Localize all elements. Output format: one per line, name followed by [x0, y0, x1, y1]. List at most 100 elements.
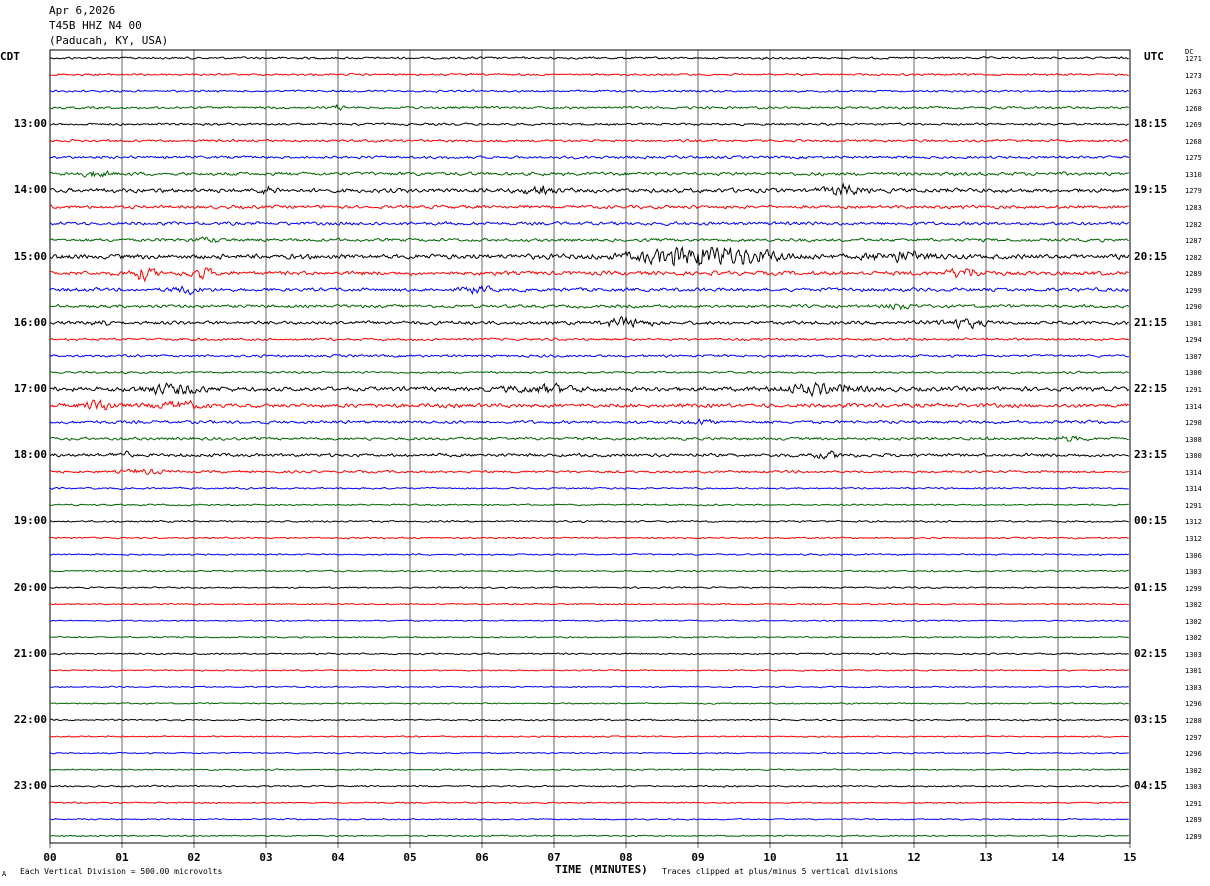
x-tick-label: 09: [691, 851, 705, 864]
dc-value: 1314: [1185, 402, 1202, 411]
dc-value: 1314: [1185, 485, 1202, 494]
trace-row-29: [49, 536, 1129, 540]
x-tick-label: 11: [835, 851, 849, 864]
x-tick-label: 04: [331, 851, 345, 864]
dc-value: 1308: [1185, 435, 1202, 444]
trace-row-15: [49, 303, 1130, 311]
x-tick-label: 01: [115, 851, 129, 864]
x-tick-label: 02: [187, 851, 201, 864]
dc-value: 1279: [1185, 187, 1202, 196]
left-hour-label: 22:00: [13, 713, 47, 726]
x-tick-label: 06: [475, 851, 489, 864]
trace-row-35: [49, 635, 1129, 639]
dc-value: 1289: [1185, 832, 1202, 841]
dc-value: 1299: [1185, 584, 1202, 593]
right-hour-label: 22:15: [1134, 382, 1168, 395]
right-hour-label: 02:15: [1134, 646, 1168, 660]
x-tick-label: 03: [259, 851, 273, 864]
trace-row-1: [49, 72, 1129, 77]
trace-row-3: [49, 103, 1129, 112]
trace-row-6: [49, 155, 1130, 160]
dc-value: 1303: [1185, 650, 1202, 659]
dc-value: 1310: [1185, 170, 1202, 179]
trace-row-22: [49, 418, 1130, 426]
right-hour-label: 00:15: [1134, 514, 1168, 528]
dc-value: 1303: [1185, 683, 1202, 692]
dc-value: 1312: [1185, 534, 1202, 543]
trace-row-2: [49, 89, 1130, 93]
dc-value: 1283: [1185, 203, 1202, 212]
helicorder-plot: [49, 49, 1131, 848]
trace-row-14: [49, 284, 1129, 296]
left-hour-label: 17:00: [13, 382, 47, 395]
dc-value: 1300: [1185, 452, 1202, 461]
trace-row-8: [49, 182, 1130, 196]
right-hour-label: 20:15: [1134, 249, 1168, 263]
dc-value: 1273: [1185, 71, 1202, 80]
trace-row-40: [49, 718, 1130, 722]
right-hour-label: 18:15: [1134, 117, 1168, 131]
dc-value: 1289: [1185, 270, 1202, 279]
dc-value: 1307: [1185, 352, 1202, 361]
trace-row-18: [49, 353, 1129, 359]
left-hour-label: 15:00: [13, 249, 47, 263]
dc-value: 1306: [1185, 551, 1202, 560]
left-hour-label: 13:00: [13, 117, 47, 131]
trace-row-11: [49, 236, 1129, 243]
dc-value: 1271: [1185, 55, 1202, 63]
trace-row-38: [49, 685, 1129, 689]
trace-row-21: [49, 399, 1130, 411]
dc-value: 1288: [1185, 717, 1202, 725]
trace-row-30: [49, 552, 1129, 556]
dc-value: 1299: [1185, 286, 1202, 295]
trace-row-31: [49, 569, 1130, 573]
dc-value: 1291: [1185, 799, 1202, 808]
dc-value: 1268: [1185, 104, 1202, 113]
x-axis-title: TIME (MINUTES): [555, 863, 648, 876]
dc-value: 1268: [1185, 137, 1202, 146]
dc-value: 1296: [1185, 750, 1202, 759]
dc-value: 1291: [1185, 386, 1202, 394]
dc-value: 1301: [1185, 667, 1202, 676]
dc-value: 1302: [1185, 617, 1202, 626]
trace-row-34: [49, 619, 1129, 623]
left-hour-label: 21:00: [13, 646, 47, 660]
trace-row-9: [49, 204, 1129, 210]
trace-row-45: [49, 801, 1129, 805]
dc-value: 1298: [1185, 419, 1202, 428]
trace-row-16: [49, 315, 1129, 330]
trace-row-20: [50, 381, 1130, 398]
dc-value: 1302: [1185, 601, 1202, 610]
left-hour-label: 16:00: [13, 315, 47, 329]
dc-value: 1301: [1185, 319, 1202, 328]
trace-row-46: [49, 817, 1129, 821]
trace-row-7: [49, 170, 1129, 178]
dc-value: 1282: [1185, 220, 1202, 229]
trace-row-25: [49, 468, 1129, 475]
dc-value: 1282: [1185, 253, 1202, 262]
left-hour-label: 18:00: [13, 448, 47, 462]
plot-frame: [49, 49, 1131, 844]
trace-row-37: [49, 668, 1129, 672]
x-tick-label: 05: [403, 851, 417, 864]
right-hour-label: 23:15: [1134, 448, 1168, 462]
trace-row-36: [49, 652, 1129, 656]
trace-row-26: [49, 486, 1129, 490]
left-hour-label: 20:00: [13, 580, 47, 594]
corner-mark: A: [2, 870, 7, 878]
dc-value: 1314: [1185, 468, 1202, 477]
trace-row-24: [49, 450, 1130, 460]
trace-row-28: [49, 519, 1129, 524]
trace-row-42: [49, 751, 1129, 755]
trace-row-27: [50, 503, 1129, 507]
trace-row-33: [49, 602, 1129, 606]
trace-row-23: [49, 435, 1129, 442]
trace-row-13: [49, 267, 1129, 283]
left-hour-label: 23:00: [13, 779, 47, 793]
left-hour-label: 14:00: [13, 183, 47, 197]
x-tick-label: 14: [1051, 851, 1065, 864]
dc-value: 1289: [1185, 816, 1202, 825]
dc-value: 1303: [1185, 568, 1202, 577]
trace-row-43: [49, 768, 1129, 772]
dc-value: 1275: [1185, 154, 1202, 163]
